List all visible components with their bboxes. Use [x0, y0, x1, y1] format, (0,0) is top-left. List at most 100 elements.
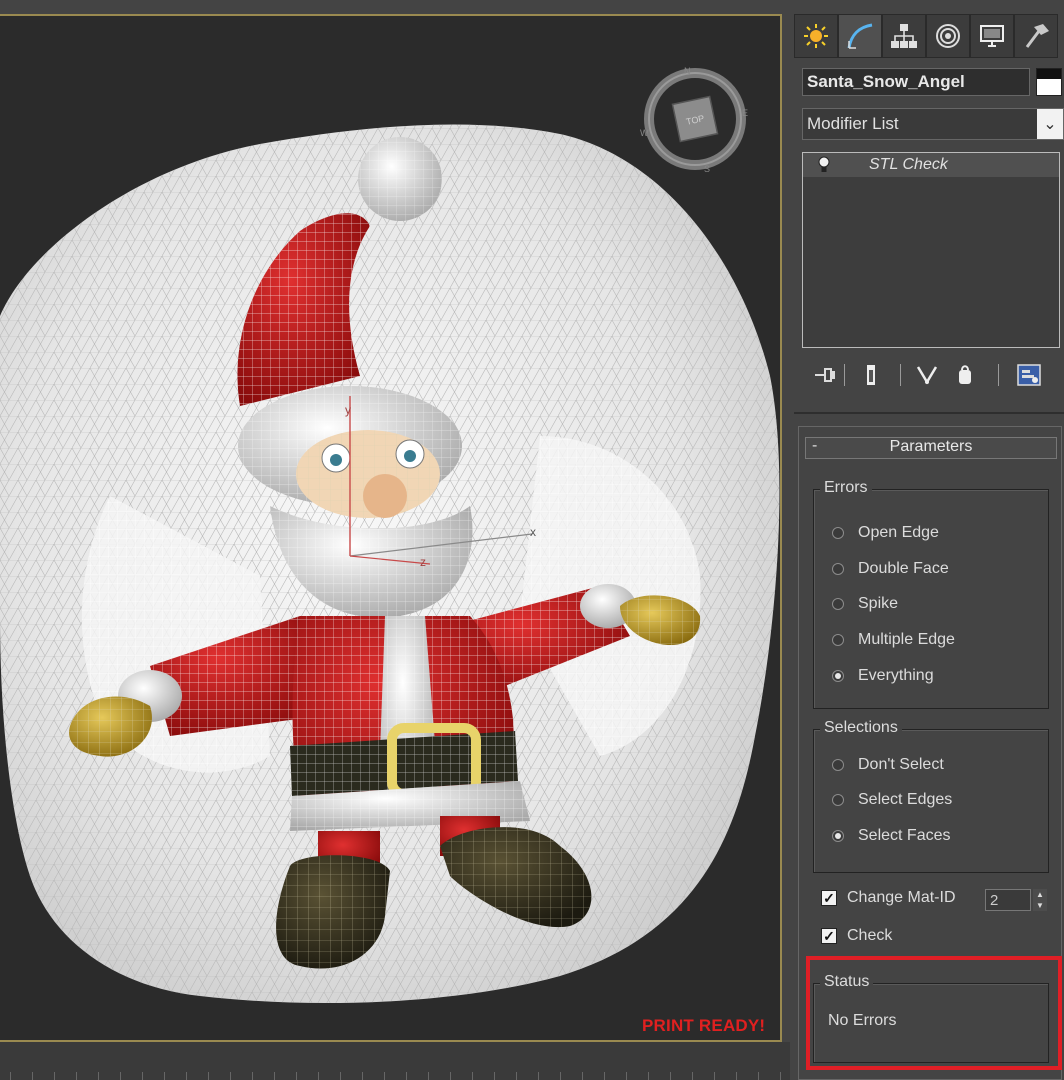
timeline-tick: [186, 1072, 187, 1080]
timeline-tick: [164, 1072, 165, 1080]
compass-w: W: [640, 128, 649, 138]
configure-sets-icon[interactable]: [1016, 362, 1042, 388]
radio-button-icon[interactable]: [832, 634, 844, 646]
radio-spike[interactable]: Spike: [832, 595, 898, 613]
command-panel: Santa_Snow_Angel Modifier List ⌄ STL Che…: [790, 0, 1064, 1080]
radio-double-face[interactable]: Double Face: [832, 560, 949, 578]
parameters-title: Parameters: [889, 438, 973, 455]
radio-multiple-edge[interactable]: Multiple Edge: [832, 631, 955, 649]
timeline-tick: [362, 1072, 363, 1080]
collapse-toggle[interactable]: -: [812, 437, 817, 455]
mat-id-spinner[interactable]: ▲ ▼: [1033, 889, 1047, 911]
tab-create[interactable]: [794, 14, 838, 58]
radio-button-icon[interactable]: [832, 598, 844, 610]
display-icon: [980, 25, 1004, 47]
object-color-swatch[interactable]: [1036, 68, 1062, 96]
timeline-tick: [538, 1072, 539, 1080]
timeline-tick: [428, 1072, 429, 1080]
tab-motion[interactable]: [926, 14, 970, 58]
modifier-stack-item-stl-check[interactable]: STL Check: [803, 153, 1059, 177]
pin-stack-icon[interactable]: [812, 362, 838, 388]
errors-group: Errors Open Edge Double Face Spike Multi…: [813, 479, 1049, 709]
timeline-tick: [670, 1072, 671, 1080]
radio-select-edges[interactable]: Select Edges: [832, 791, 952, 809]
sun-icon: [804, 24, 828, 48]
radio-button-icon[interactable]: [832, 670, 844, 682]
modifier-list-label: Modifier List: [807, 114, 899, 133]
checkmark-icon[interactable]: ✓: [821, 928, 837, 944]
timeline-tick: [384, 1072, 385, 1080]
timeline-tick: [406, 1072, 407, 1080]
perspective-viewport[interactable]: y x z TOP N E S W PRINT READY!: [0, 14, 782, 1042]
timeline-tick: [296, 1072, 297, 1080]
panel-divider: [794, 412, 1064, 414]
show-end-result-icon[interactable]: [858, 362, 884, 388]
timeline-tick: [252, 1072, 253, 1080]
timeline-tick: [450, 1072, 451, 1080]
modifier-stack[interactable]: STL Check: [802, 152, 1060, 348]
timeline-tick: [76, 1072, 77, 1080]
print-ready-label: PRINT READY!: [642, 1016, 766, 1035]
spinner-up-icon[interactable]: ▲: [1033, 889, 1047, 900]
tab-utilities[interactable]: [1014, 14, 1058, 58]
radio-button-icon[interactable]: [832, 794, 844, 806]
selections-group-title: Selections: [820, 719, 902, 737]
modifier-stack-item-label: STL Check: [869, 156, 948, 173]
spinner-down-icon[interactable]: ▼: [1033, 900, 1047, 911]
radio-label: Multiple Edge: [858, 631, 955, 648]
tab-hierarchy[interactable]: [882, 14, 926, 58]
timeline-tick: [472, 1072, 473, 1080]
radio-label: Everything: [858, 667, 934, 684]
compass-n: N: [684, 66, 691, 76]
change-mat-id-label: Change Mat-ID: [847, 889, 956, 906]
chevron-down-icon[interactable]: ⌄: [1037, 109, 1063, 139]
timeline-tick: [340, 1072, 341, 1080]
change-mat-id-checkbox[interactable]: ✓ Change Mat-ID: [821, 889, 956, 907]
radio-label: Don't Select: [858, 756, 944, 773]
tab-display[interactable]: [970, 14, 1014, 58]
check-checkbox[interactable]: ✓ Check: [821, 927, 892, 945]
mat-id-input[interactable]: 2: [985, 889, 1031, 911]
radio-label: Open Edge: [858, 524, 939, 541]
radio-label: Select Edges: [858, 791, 953, 808]
radio-button-icon[interactable]: [832, 563, 844, 575]
checkmark-icon[interactable]: ✓: [821, 890, 837, 906]
timeline-tick: [692, 1072, 693, 1080]
timeline-tick: [560, 1072, 561, 1080]
timeline-tick: [98, 1072, 99, 1080]
selections-group: Selections Don't Select Select Edges Sel…: [813, 719, 1049, 873]
radio-button-icon[interactable]: [832, 527, 844, 539]
radio-dont-select[interactable]: Don't Select: [832, 756, 944, 774]
radio-open-edge[interactable]: Open Edge: [832, 524, 939, 542]
viewcube[interactable]: TOP N E S W: [640, 64, 750, 174]
axis-label-z: z: [420, 555, 426, 569]
lightbulb-icon[interactable]: [817, 156, 831, 174]
remove-modifier-icon[interactable]: [952, 362, 978, 388]
status-highlight-box: [806, 956, 1062, 1070]
timeline-tick: [494, 1072, 495, 1080]
errors-group-title: Errors: [820, 479, 872, 497]
object-name-field[interactable]: Santa_Snow_Angel: [802, 68, 1030, 96]
radio-label: Spike: [858, 595, 899, 612]
motion-icon: [936, 24, 960, 48]
check-label: Check: [847, 927, 893, 944]
tab-modify[interactable]: [838, 14, 882, 58]
make-unique-icon[interactable]: [914, 362, 940, 388]
timeline-tick: [208, 1072, 209, 1080]
timeline-tick: [318, 1072, 319, 1080]
hammer-icon: [1025, 24, 1049, 48]
timeline-track[interactable]: [0, 1042, 790, 1080]
radio-select-faces[interactable]: Select Faces: [832, 827, 950, 845]
parameters-rollout-header[interactable]: - Parameters: [805, 437, 1057, 459]
radio-everything[interactable]: Everything: [832, 667, 934, 685]
timeline-tick: [626, 1072, 627, 1080]
radio-button-icon[interactable]: [832, 830, 844, 842]
timeline-tick: [736, 1072, 737, 1080]
timeline-tick: [758, 1072, 759, 1080]
compass-s: S: [704, 164, 710, 174]
radio-button-icon[interactable]: [832, 759, 844, 771]
timeline-tick: [32, 1072, 33, 1080]
modifier-list-dropdown[interactable]: Modifier List ⌄: [802, 108, 1064, 140]
timeline-tick: [582, 1072, 583, 1080]
timeline-tick: [274, 1072, 275, 1080]
